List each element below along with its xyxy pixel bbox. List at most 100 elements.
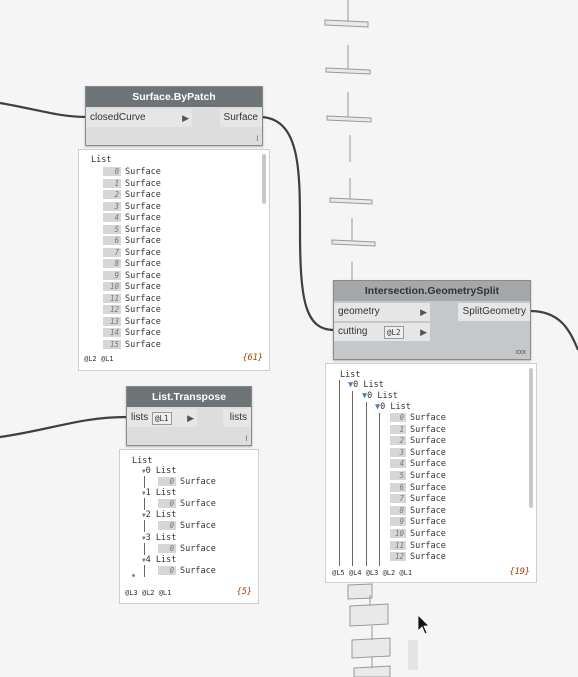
- output-port-splitgeometry[interactable]: SplitGeometry: [458, 303, 530, 321]
- list-index: 7: [103, 247, 121, 257]
- tree-line: [144, 542, 145, 555]
- list-item-label: Surface: [125, 270, 161, 281]
- list-item-label: Surface: [410, 447, 446, 458]
- nested-list-label: ▼2 List: [142, 510, 176, 521]
- list-item: 11 Surface: [103, 293, 161, 305]
- chevron-right-icon: ▶: [187, 413, 194, 423]
- output-port-lists[interactable]: lists: [223, 409, 251, 427]
- chevron-right-icon: ▶: [182, 113, 189, 123]
- preview-intersection-geometrysplit[interactable]: List ▼0 List ▼0 List ▼0 List 0 Surface 1 Su…: [325, 363, 537, 583]
- tree-line: [144, 498, 145, 511]
- list-item-label: Surface: [410, 471, 446, 481]
- list-index: 8: [103, 259, 121, 268]
- node-surface-bypatch[interactable]: Surface.ByPatch closedCurve ▶ Surface l: [85, 86, 263, 146]
- tree-line: [339, 380, 340, 566]
- wire-surface-to-cutting: [261, 115, 335, 332]
- list-item-label: Surface: [410, 482, 446, 493]
- list-item-label: Surface: [125, 247, 161, 258]
- list-index: 15: [103, 339, 121, 349]
- list-item-label: Surface: [125, 282, 161, 292]
- list-index: 4: [103, 213, 121, 222]
- list-item: 10 Surface: [103, 282, 161, 293]
- list-item-label: Surface: [125, 293, 161, 304]
- list-item: 8 Surface: [390, 505, 446, 517]
- nested-list-label: ▼0 List: [348, 380, 384, 390]
- nested-list-label: ▼4 List: [142, 555, 176, 566]
- tree-line: [132, 574, 135, 577]
- list-item: 2 Surface: [390, 436, 446, 447]
- node-list-transpose[interactable]: List.Transpose lists @L1 ▶ lists l: [126, 386, 252, 446]
- list-item: 15 Surface: [103, 339, 161, 351]
- preview-scrollbar[interactable]: [529, 368, 533, 508]
- node-title[interactable]: Surface.ByPatch: [86, 87, 262, 107]
- input-port-cutting[interactable]: cutting @L2 ▶: [334, 323, 430, 341]
- list-item: 12 Surface: [103, 305, 161, 316]
- chevron-right-icon: ▶: [420, 307, 427, 317]
- list-item-label: Surface: [125, 213, 161, 223]
- list-item-label: Surface: [410, 424, 446, 435]
- list-item: 8 Surface: [103, 259, 161, 270]
- list-index: 8: [390, 505, 406, 515]
- list-index: 0: [158, 477, 176, 486]
- nested-list-label: ▼3 List: [142, 533, 176, 544]
- list-index: 2: [103, 190, 121, 199]
- tree-line: [144, 476, 145, 488]
- list-index: 0: [390, 413, 406, 422]
- list-item-label: Surface: [125, 328, 161, 338]
- list-item-label: Surface: [410, 413, 446, 423]
- list-item: 4 Surface: [103, 213, 161, 224]
- port-label: lists: [229, 412, 247, 423]
- list-index: 6: [103, 236, 121, 245]
- node-title[interactable]: List.Transpose: [127, 387, 251, 407]
- list-item-label: Surface: [125, 305, 161, 315]
- list-item: 6 Surface: [103, 236, 161, 247]
- input-port-closedcurve[interactable]: closedCurve ▶: [86, 109, 192, 127]
- input-port-lists[interactable]: lists @L1 ▶: [127, 409, 197, 427]
- preview-list-transpose[interactable]: List ▼0 List 0 Surface ▼1 List 0 Surface ▼2 Li…: [119, 449, 259, 604]
- mouse-cursor-icon: [417, 614, 430, 635]
- list-item-label: Surface: [125, 259, 161, 269]
- list-item-label: Surface: [410, 436, 446, 447]
- nested-list-label-text: 4 List: [145, 554, 177, 565]
- tree-line: [379, 413, 380, 566]
- list-index: 9: [390, 517, 406, 527]
- list-item: 7 Surface: [390, 494, 446, 505]
- output-port-surface[interactable]: Surface: [220, 109, 262, 127]
- list-item: 0 Surface: [390, 413, 446, 424]
- lacing-indicator: xxx: [515, 349, 527, 356]
- list-index: 10: [103, 282, 121, 291]
- geometry-fragment: [408, 640, 418, 670]
- list-item: 3 Surface: [103, 201, 161, 213]
- list-item-label: Surface: [125, 224, 161, 235]
- item-count: {5}: [236, 587, 252, 597]
- list-index: 12: [103, 305, 121, 314]
- nested-list-label: ▼0 List: [375, 402, 411, 412]
- input-port-geometry[interactable]: geometry ▶: [334, 303, 430, 321]
- nested-list-label: ▼1 List: [142, 488, 176, 499]
- list-item: 9 Surface: [390, 517, 446, 528]
- wire-to-closedcurve: [0, 101, 87, 119]
- tree-line: [366, 402, 367, 566]
- list-item-label: Surface: [410, 505, 446, 516]
- list-item-label: Surface: [180, 499, 216, 510]
- port-label: closedCurve: [90, 112, 146, 123]
- lacing-indicator: l: [256, 136, 258, 143]
- list-item: 1 Surface: [390, 424, 446, 436]
- list-item-label: Surface: [410, 517, 446, 528]
- node-intersection-geometrysplit[interactable]: Intersection.GeometrySplit geometry ▶ cu…: [333, 280, 531, 360]
- list-index: 2: [390, 436, 406, 446]
- preview-scrollbar[interactable]: [262, 154, 266, 204]
- list-index: 1: [390, 424, 406, 434]
- list-index: 4: [390, 459, 406, 469]
- node-title[interactable]: Intersection.GeometrySplit: [334, 281, 530, 301]
- list-index: 0: [158, 543, 176, 553]
- level-selector[interactable]: @L1: [152, 412, 172, 425]
- list-item-label: Surface: [410, 540, 446, 551]
- preview-surface-bypatch[interactable]: List 0 Surface 1 Surface 2 Surface 3 Surface 4 Su…: [78, 149, 270, 371]
- nested-list-label-text: 1 List: [145, 488, 177, 499]
- level-selector[interactable]: @L2: [384, 326, 404, 339]
- list-index: 0: [158, 521, 176, 531]
- list-item-label: Surface: [410, 552, 446, 563]
- nested-list-label-text: 3 List: [145, 532, 177, 543]
- list-item-label: Surface: [125, 236, 161, 246]
